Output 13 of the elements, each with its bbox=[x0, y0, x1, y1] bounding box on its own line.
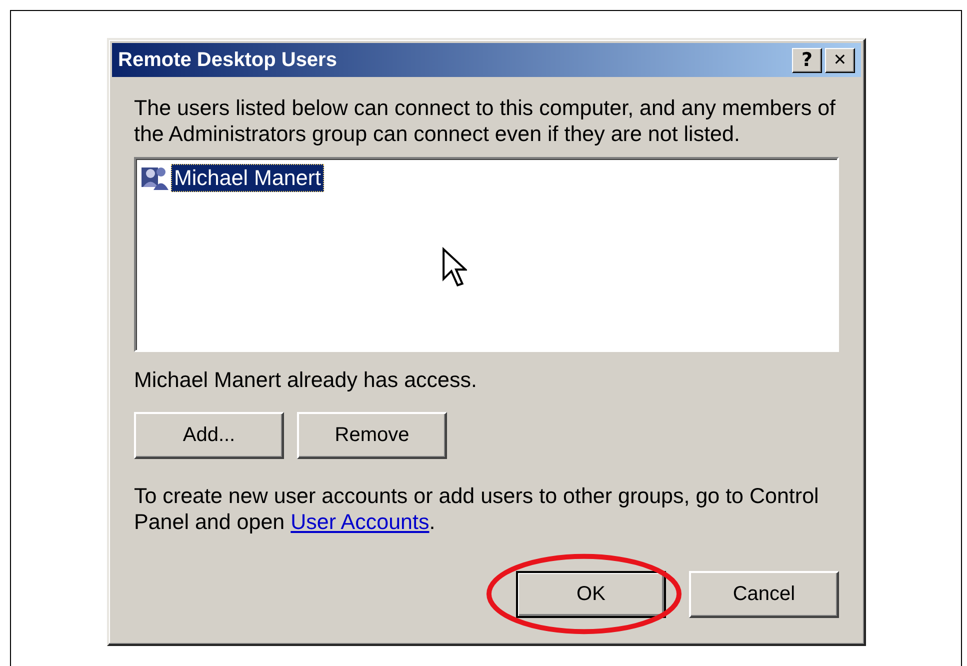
close-button[interactable]: ✕ bbox=[825, 48, 855, 72]
cancel-button[interactable]: Cancel bbox=[689, 571, 839, 618]
user-accounts-link[interactable]: User Accounts bbox=[290, 510, 430, 534]
help-button[interactable]: ? bbox=[792, 48, 822, 72]
mouse-pointer-icon bbox=[442, 247, 467, 289]
intro-text: The users listed below can connect to this computer, and any members of the Administrators group can connect even if they are not listed. bbox=[134, 95, 837, 147]
list-button[interactable]: Add... bbox=[134, 412, 284, 459]
window-title: Remote Desktop Users bbox=[118, 48, 337, 72]
note-text: To create new user accounts or add users to other groups, go to Control Panel and open User Accounts. bbox=[134, 483, 820, 535]
ok-button[interactable]: OK bbox=[516, 571, 666, 618]
status-text: Michael Manert already has access. bbox=[134, 368, 478, 393]
user-list-item[interactable]: Michael Manert bbox=[171, 164, 324, 192]
list-button[interactable]: Remove bbox=[297, 412, 447, 459]
